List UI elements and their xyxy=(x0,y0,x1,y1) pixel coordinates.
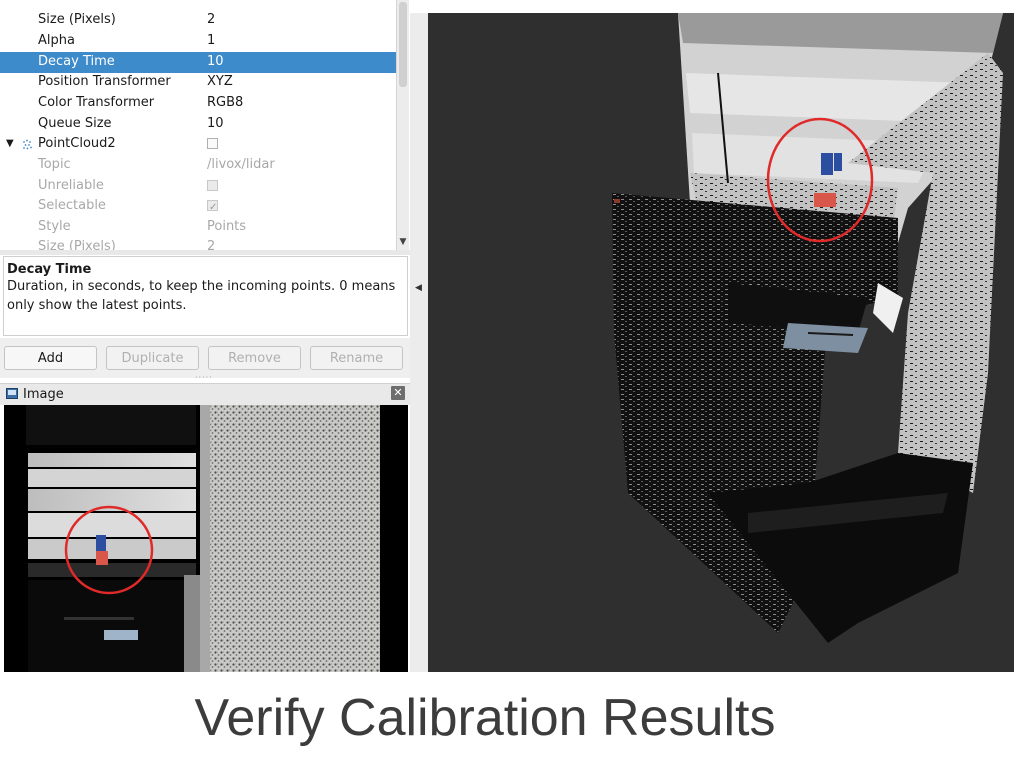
property-value[interactable]: Points xyxy=(207,217,246,238)
render-3d-view[interactable] xyxy=(428,13,1014,672)
resize-grip-icon[interactable]: ····· xyxy=(195,374,217,382)
property-row[interactable]: Position Transformer XYZ xyxy=(0,72,396,93)
image-panel-title: Image xyxy=(23,387,64,402)
panel-collapse-handle[interactable] xyxy=(410,13,428,672)
property-description: Decay Time Duration, in seconds, to keep… xyxy=(3,256,408,336)
property-value[interactable]: /livox/lidar xyxy=(207,155,275,176)
property-label: Size (Pixels) xyxy=(38,12,116,27)
property-row[interactable]: Selectable ✓ xyxy=(0,196,396,217)
properties-panel: Size (Pixels) 2 Alpha 1 Decay Time 10 Po… xyxy=(0,0,410,250)
panel-splitter[interactable] xyxy=(0,250,410,255)
property-row[interactable]: Queue Size 10 xyxy=(0,114,396,135)
property-row[interactable]: Style Points xyxy=(0,217,396,238)
property-label: Alpha xyxy=(38,33,75,48)
image-panel-icon xyxy=(6,388,18,399)
property-row[interactable]: Unreliable xyxy=(0,176,396,197)
property-value[interactable]: 2 xyxy=(207,237,215,250)
collapse-arrow-icon[interactable]: ◀ xyxy=(415,283,422,293)
checkmark-icon: ✓ xyxy=(209,202,218,213)
expand-arrow-icon[interactable]: ▼ xyxy=(6,134,14,155)
property-row[interactable]: Alpha 1 xyxy=(0,31,396,52)
enable-checkbox[interactable] xyxy=(207,138,218,149)
property-label: Queue Size xyxy=(38,116,112,131)
property-row[interactable]: Topic /livox/lidar xyxy=(0,155,396,176)
property-row[interactable]: Size (Pixels) 2 xyxy=(0,10,396,31)
duplicate-button[interactable]: Duplicate xyxy=(106,346,199,370)
property-label: Topic xyxy=(38,157,71,172)
property-label: Style xyxy=(38,219,71,234)
scroll-down-arrow-icon[interactable]: ▼ xyxy=(397,236,409,248)
property-label: Decay Time xyxy=(38,54,115,69)
property-row-selected[interactable]: Decay Time 10 xyxy=(0,52,396,73)
property-label: Position Transformer xyxy=(38,74,171,89)
description-title: Decay Time xyxy=(7,262,92,277)
camera-image xyxy=(4,405,408,672)
selectable-checkbox[interactable]: ✓ xyxy=(207,200,218,213)
property-value[interactable]: 10 xyxy=(207,114,224,135)
property-value[interactable]: RGB8 xyxy=(207,93,243,114)
display-label: PointCloud2 xyxy=(38,136,116,151)
close-icon[interactable]: ✕ xyxy=(391,386,405,400)
property-value[interactable]: 2 xyxy=(207,10,215,31)
property-label: Size (Pixels) xyxy=(38,239,116,250)
property-value[interactable]: 1 xyxy=(207,31,215,52)
property-value[interactable]: XYZ xyxy=(207,72,233,93)
scrollbar-thumb[interactable] xyxy=(399,2,407,87)
rename-button[interactable]: Rename xyxy=(310,346,403,370)
unreliable-checkbox[interactable] xyxy=(207,180,218,191)
property-row[interactable]: Color Transformer RGB8 xyxy=(0,93,396,114)
remove-button[interactable]: Remove xyxy=(208,346,301,370)
display-item-pointcloud2[interactable]: ▼ PointCloud2 xyxy=(0,134,396,155)
property-value[interactable]: 10 xyxy=(207,52,224,73)
property-label: Color Transformer xyxy=(38,95,155,110)
pointcloud-icon xyxy=(23,139,32,150)
add-button[interactable]: Add xyxy=(4,346,97,370)
property-label: Selectable xyxy=(38,198,106,213)
description-body: Duration, in seconds, to keep the incomi… xyxy=(7,279,396,313)
property-label: Unreliable xyxy=(38,178,104,193)
property-row[interactable]: Size (Pixels) 2 xyxy=(0,237,396,250)
slide-title: Verify Calibration Results xyxy=(194,689,776,747)
